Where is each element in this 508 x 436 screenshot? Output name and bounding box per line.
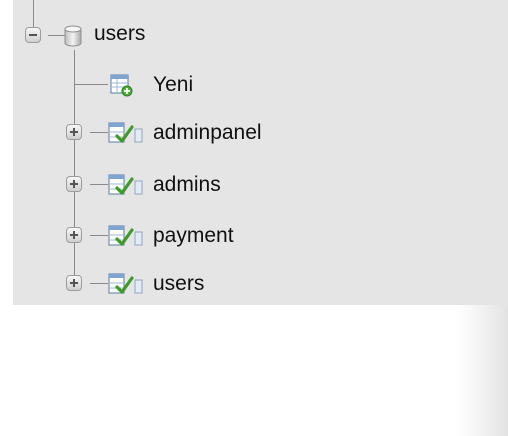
table-name[interactable]: payment — [153, 224, 234, 248]
expand-plus-icon[interactable] — [66, 227, 82, 243]
empty-area — [0, 305, 508, 436]
database-name[interactable]: users — [94, 22, 145, 46]
table-icon — [108, 273, 143, 294]
expand-plus-icon[interactable] — [66, 275, 82, 291]
database-tree: users Yeni adminpanel admins payment use… — [0, 0, 508, 305]
table-icon — [108, 225, 143, 246]
new-table-icon — [110, 74, 133, 97]
table-name[interactable]: users — [153, 272, 204, 296]
new-table-link[interactable]: Yeni — [153, 73, 193, 97]
collapse-minus-icon[interactable] — [25, 27, 41, 43]
tree-line-top — [33, 0, 34, 28]
tree-line-branch-1 — [90, 132, 108, 133]
tree-line-branch-2 — [90, 184, 108, 185]
table-name[interactable]: admins — [153, 173, 221, 197]
table-name[interactable]: adminpanel — [153, 121, 262, 145]
table-icon — [108, 122, 143, 143]
expand-plus-icon[interactable] — [66, 176, 82, 192]
database-icon — [64, 25, 82, 47]
tree-line-vertical — [74, 50, 75, 286]
table-icon — [108, 174, 143, 195]
expand-plus-icon[interactable] — [66, 124, 82, 140]
tree-line-branch-4 — [90, 283, 108, 284]
tree-line-branch-yeni — [74, 84, 108, 85]
tree-line-branch-3 — [90, 235, 108, 236]
